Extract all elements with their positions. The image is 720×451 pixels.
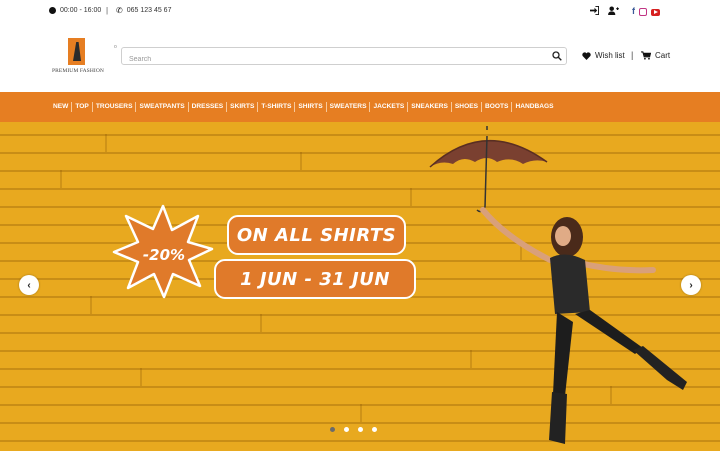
wall-seam [260, 314, 262, 332]
instagram-icon[interactable] [639, 7, 647, 16]
youtube-icon[interactable] [651, 8, 660, 16]
wishlist-label: Wish list [595, 51, 625, 60]
slider-dot-1[interactable] [330, 427, 335, 432]
model-with-umbrella-image [429, 126, 687, 444]
promo-dates: 1 JUN - 31 JUN [214, 259, 416, 299]
account-links [590, 6, 619, 15]
search-input[interactable] [122, 51, 542, 68]
nav-item-handbags[interactable]: HANDBAGS [512, 102, 556, 112]
discount-text: -20% [142, 245, 186, 264]
nav-item-trousers[interactable]: TROUSERS [93, 102, 137, 112]
heart-icon [582, 51, 591, 60]
login-icon[interactable] [590, 6, 599, 15]
phone-number[interactable]: ✆ 065 123 45 67 [116, 6, 172, 15]
clock-icon [49, 7, 56, 14]
opening-hours: 00:00 - 16:00 [49, 7, 101, 14]
wishlist-link[interactable]: Wish list [582, 51, 625, 60]
category-list: NEW TOP TROUSERS SWEATPANTS DRESSES SKIR… [51, 102, 557, 112]
nav-item-shoes[interactable]: SHOES [452, 102, 482, 112]
nav-item-shirts[interactable]: SHIRTS [295, 102, 327, 112]
page: 00:00 - 16:00 | ✆ 065 123 45 67 f PREMIU… [0, 0, 720, 451]
wall-seam [140, 368, 142, 386]
slider-next-button[interactable]: › [681, 275, 701, 295]
add-user-icon[interactable] [608, 6, 619, 15]
cart-icon [641, 51, 651, 60]
logo-text: PREMIUM FASHION [52, 68, 104, 74]
nav-item-dresses[interactable]: DRESSES [189, 102, 228, 112]
search-icon[interactable] [552, 51, 562, 61]
wall-seam [90, 296, 92, 314]
promo-headline: ON ALL SHIRTS [227, 215, 406, 255]
facebook-icon[interactable]: f [632, 6, 635, 16]
logo[interactable]: PREMIUM FASHION [52, 38, 104, 78]
nav-item-skirts[interactable]: SKIRTS [227, 102, 259, 112]
nav-item-sweatpants[interactable]: SWEATPANTS [136, 102, 189, 112]
social-links: f [632, 6, 660, 16]
wall-seam [300, 152, 302, 170]
slider-dot-4[interactable] [372, 427, 377, 432]
nav-item-sneakers[interactable]: SNEAKERS [408, 102, 452, 112]
category-nav: NEW TOP TROUSERS SWEATPANTS DRESSES SKIR… [0, 92, 720, 122]
topbar-separator: | [106, 6, 109, 15]
wall-seam [105, 134, 107, 152]
phone-icon: ✆ [116, 6, 123, 15]
nav-item-sweaters[interactable]: SWEATERS [327, 102, 371, 112]
slider-prev-button[interactable]: ‹ [19, 275, 39, 295]
phone-number-text: 065 123 45 67 [126, 7, 172, 14]
slider-dot-3[interactable] [358, 427, 363, 432]
decorative-dot: o [114, 44, 117, 50]
search-bar [121, 47, 567, 68]
nav-item-top[interactable]: TOP [72, 102, 93, 112]
wall-seam [60, 170, 62, 188]
top-bar: 00:00 - 16:00 | ✆ 065 123 45 67 f [0, 0, 720, 24]
nav-item-t-shirts[interactable]: T-SHIRTS [258, 102, 296, 112]
wall-seam [410, 188, 412, 206]
slider-dot-2[interactable] [344, 427, 349, 432]
slider-dots [330, 427, 377, 432]
wall-seam [360, 404, 362, 422]
cart-link[interactable]: Cart [641, 51, 670, 60]
nav-item-jackets[interactable]: JACKETS [370, 102, 409, 112]
hero-slider: -20% ON ALL SHIRTS 1 JUN - 31 JUN ‹ › [0, 122, 720, 451]
opening-hours-text: 00:00 - 16:00 [60, 7, 102, 14]
nav-item-new[interactable]: NEW [51, 102, 73, 112]
nav-item-boots[interactable]: BOOTS [482, 102, 513, 112]
cart-label: Cart [655, 51, 671, 60]
logo-mark [68, 38, 85, 65]
header-separator: | [631, 50, 634, 60]
